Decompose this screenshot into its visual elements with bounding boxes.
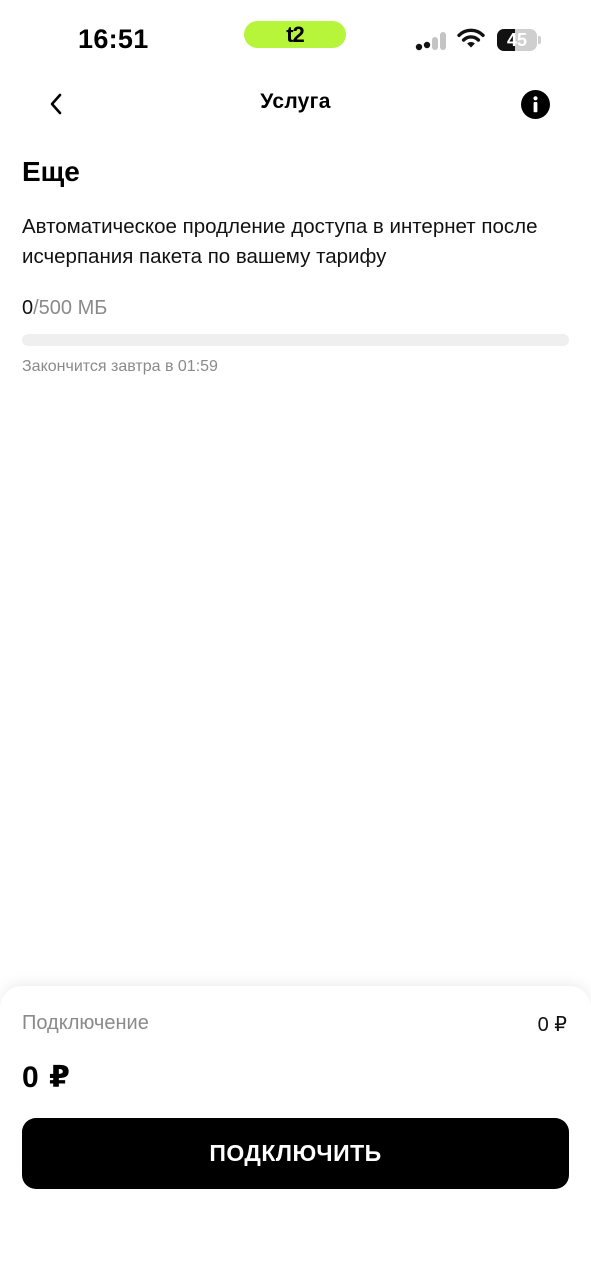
info-icon xyxy=(533,96,538,113)
expiry-text: Закончится завтра в 01:59 xyxy=(22,358,218,375)
usage-counter: 0/500 МБ xyxy=(22,297,107,320)
service-description: Автоматическое продление доступа в интер… xyxy=(22,215,538,268)
total-price: 0 ₽ xyxy=(22,1061,71,1094)
signal-bar-4 xyxy=(440,32,446,50)
status-time: 16:51 xyxy=(78,24,149,54)
battery-icon: 45 xyxy=(497,29,541,51)
carrier-name: t2 xyxy=(286,21,305,47)
signal-dot-1 xyxy=(415,43,423,51)
page-title: Услуга xyxy=(260,90,331,113)
connect-button[interactable]: ПОДКЛЮЧИТЬ xyxy=(22,1118,569,1189)
service-title: Еще xyxy=(22,156,80,187)
connection-price: 0 ₽ xyxy=(537,1014,567,1036)
info-button[interactable] xyxy=(521,90,550,119)
carrier-badge: t2 xyxy=(244,21,346,48)
connection-label: Подключение xyxy=(22,1012,149,1034)
usage-progress-bar xyxy=(22,334,569,346)
wifi-icon xyxy=(457,28,485,48)
signal-bar-3 xyxy=(432,37,438,50)
signal-dot-2 xyxy=(423,41,431,49)
usage-used: 0 xyxy=(22,297,34,319)
status-bar: 16:51 t2 45 xyxy=(0,0,591,80)
cellular-signal-icon xyxy=(415,32,446,51)
battery-cap xyxy=(538,36,541,44)
battery-percent: 45 xyxy=(506,30,528,50)
bottom-panel: Подключение 0 ₽ 0 ₽ ПОДКЛЮЧИТЬ xyxy=(0,986,591,1280)
usage-total: /500 МБ xyxy=(33,297,108,319)
